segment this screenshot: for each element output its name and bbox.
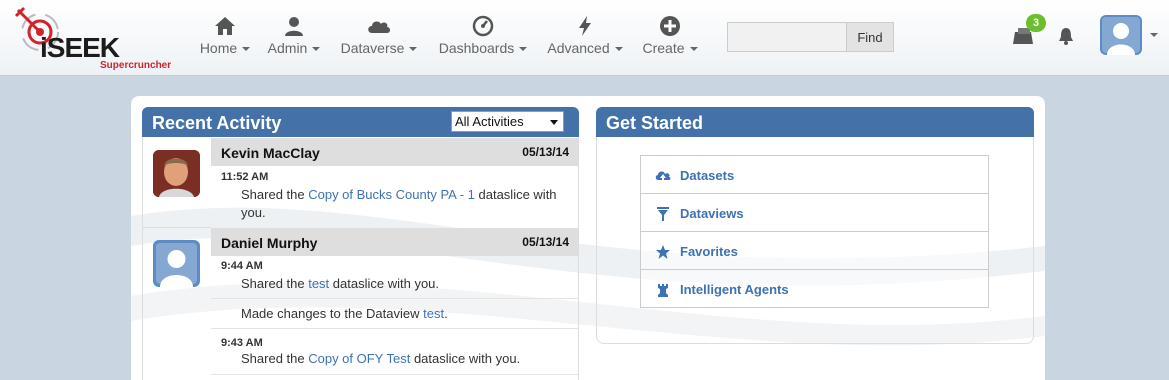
home-icon	[215, 17, 235, 35]
avatar-chevron-down-icon[interactable]	[1150, 33, 1158, 37]
avatar-placeholder-icon	[156, 243, 197, 287]
divider	[211, 298, 579, 299]
plus-circle-icon	[660, 16, 680, 36]
brand-logo[interactable]: iSEEK Supercruncher	[14, 6, 184, 71]
nav-advanced[interactable]: Advanced	[545, 14, 625, 64]
activity-date: 05/13/14	[522, 145, 569, 159]
cloud-upload-icon	[655, 171, 671, 182]
filter-icon	[657, 207, 669, 221]
dataslice-link[interactable]: Copy of Bucks County PA - 1	[308, 187, 475, 202]
divider	[142, 227, 211, 228]
nav-dataverse[interactable]: Dataverse	[339, 14, 419, 64]
gauge-icon	[472, 15, 494, 37]
divider	[211, 328, 579, 329]
activity-text: Shared the test dataslice with you.	[241, 276, 440, 291]
activity-entry-header: Daniel Murphy 05/13/14	[211, 228, 579, 256]
activity-entry-header: Kevin MacClay 05/13/14	[211, 138, 579, 166]
chess-rook-icon	[658, 284, 668, 297]
dataslice-link[interactable]: test	[308, 276, 329, 291]
avatar-placeholder-icon	[1102, 17, 1140, 55]
get-started-dataviews[interactable]: Dataviews	[641, 194, 988, 232]
star-icon	[656, 245, 670, 259]
search-input[interactable]	[727, 22, 847, 52]
get-started-list: Datasets Dataviews Favorites Intelligent…	[640, 155, 989, 308]
person-photo-icon	[153, 150, 200, 197]
select-chevron-down-icon	[550, 120, 558, 125]
get-started-favorites[interactable]: Favorites	[641, 232, 988, 270]
user-icon	[285, 17, 303, 36]
activity-date: 05/13/14	[522, 235, 569, 249]
message-count-badge: 3	[1026, 14, 1046, 32]
activity-text: Shared the Copy of OFY Test dataslice wi…	[241, 351, 521, 366]
find-button[interactable]: Find	[846, 22, 894, 52]
divider	[211, 374, 579, 375]
get-started-datasets[interactable]: Datasets	[641, 156, 988, 194]
get-started-intelligent-agents[interactable]: Intelligent Agents	[641, 270, 988, 308]
activity-text: Shared the Copy of Bucks County PA - 1 d…	[241, 187, 557, 202]
nav-home[interactable]: Home	[198, 14, 252, 64]
bolt-icon	[579, 16, 591, 36]
nav-admin[interactable]: Admin	[266, 14, 322, 64]
user-photo-daniel	[153, 240, 200, 287]
dataview-link[interactable]: test	[423, 306, 444, 321]
bell-icon[interactable]	[1057, 26, 1075, 46]
activity-text: Made changes to the Dataview test.	[241, 306, 448, 321]
activity-text-continued: you.	[241, 205, 266, 220]
activity-user-name[interactable]: Kevin MacClay	[221, 145, 320, 161]
cloud-icon	[368, 21, 390, 33]
nav-create[interactable]: Create	[640, 14, 700, 64]
activity-time: 11:52 AM	[221, 171, 269, 183]
nav-dashboards[interactable]: Dashboards	[436, 14, 530, 64]
activity-filter-select[interactable]: All Activities	[451, 111, 564, 132]
user-avatar-menu[interactable]	[1100, 15, 1142, 55]
brand-tagline: Supercruncher	[100, 60, 172, 71]
recent-activity-body	[142, 137, 579, 380]
activity-time: 9:43 AM	[221, 337, 263, 349]
activity-time: 9:44 AM	[221, 260, 263, 272]
get-started-title: Get Started	[596, 107, 1034, 137]
dataslice-link[interactable]: Copy of OFY Test	[308, 351, 410, 366]
activity-user-name[interactable]: Daniel Murphy	[221, 235, 317, 251]
user-photo-kevin	[153, 150, 200, 197]
